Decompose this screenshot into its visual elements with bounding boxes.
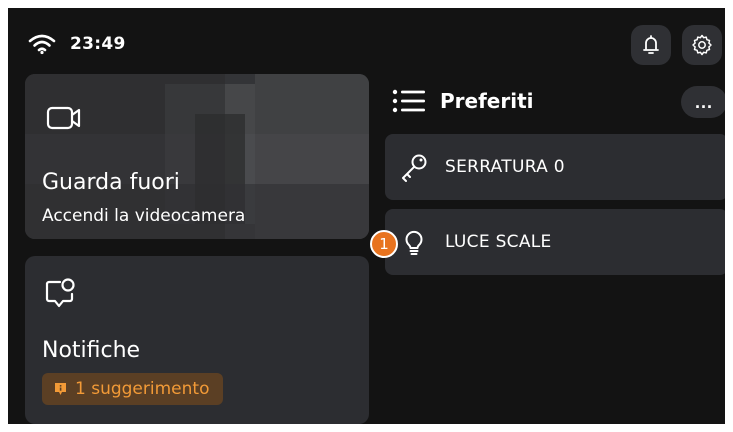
notifications-title: Notifiche [42, 338, 141, 363]
video-camera-icon [46, 106, 81, 130]
info-icon [55, 383, 66, 395]
home-screen: 23:49 Guarda fuori Accendi la videocamer… [8, 8, 725, 424]
favorites-more-button[interactable]: ... [681, 86, 725, 118]
notifications-button[interactable] [631, 25, 671, 65]
clock: 23:49 [70, 34, 126, 54]
camera-card-subtitle: Accendi la videocamera [42, 206, 246, 226]
key-icon [402, 154, 427, 182]
wifi-icon [28, 34, 56, 55]
favorite-item-luce-scale[interactable]: LUCE SCALE [385, 209, 725, 275]
watch-outside-card[interactable]: Guarda fuori Accendi la videocamera [25, 74, 369, 239]
lightbulb-icon [405, 230, 423, 255]
favorite-item-label: LUCE SCALE [445, 232, 552, 252]
suggestion-badge-label: 1 suggerimento [75, 379, 210, 399]
camera-card-title: Guarda fuori [42, 170, 180, 195]
suggestion-badge[interactable]: 1 suggerimento [42, 373, 224, 405]
favorite-item-serratura[interactable]: SERRATURA 0 [385, 134, 725, 200]
favorites-header: Preferiti [392, 85, 534, 117]
more-icon: ... [694, 91, 713, 112]
item-count-badge: 1 [370, 230, 398, 258]
favorites-title: Preferiti [440, 89, 534, 113]
bell-icon [643, 35, 659, 54]
settings-button[interactable] [682, 25, 722, 65]
status-bar: 23:49 [28, 30, 126, 58]
gear-icon [692, 34, 712, 56]
list-icon [392, 89, 425, 113]
notifications-card[interactable]: Notifiche 1 suggerimento [25, 256, 369, 424]
favorite-item-label: SERRATURA 0 [445, 157, 565, 177]
chat-bubble-icon [45, 278, 75, 308]
